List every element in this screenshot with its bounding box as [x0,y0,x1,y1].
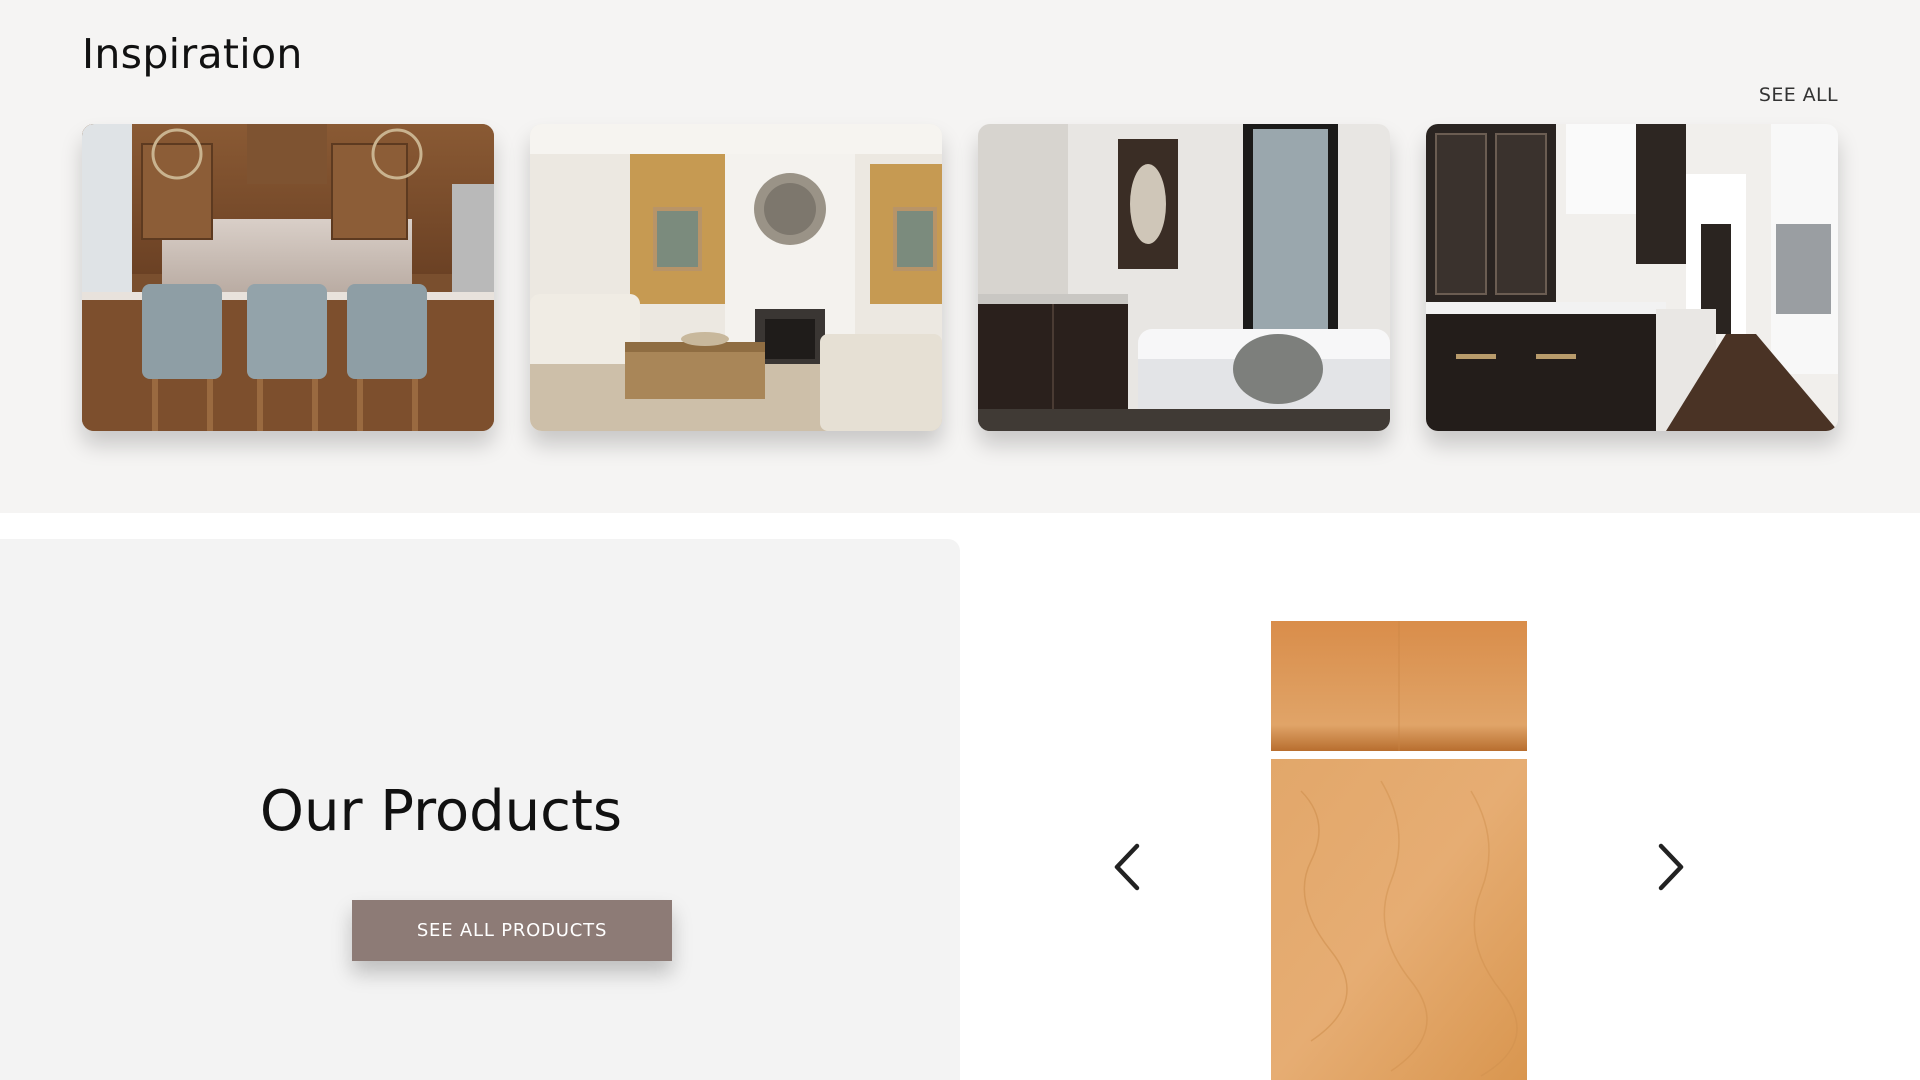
inspiration-card-dark-kitchen[interactable] [1426,124,1838,431]
chevron-right-icon [1658,843,1684,891]
living-room-photo [530,124,942,431]
kitchen-photo [82,124,494,431]
inspiration-section: Inspiration SEE ALL [0,0,1920,513]
inspiration-card-living-room[interactable] [530,124,942,431]
see-all-products-button[interactable]: SEE ALL PRODUCTS [352,900,672,961]
cabinet-door-image[interactable] [1271,621,1527,1080]
maple-door-photo [1271,621,1527,1080]
inspiration-card-kitchen[interactable] [82,124,494,431]
see-all-link[interactable]: SEE ALL [1759,84,1838,106]
carousel-prev-button[interactable] [1107,840,1151,894]
dark-kitchen-photo [1426,124,1838,431]
bathroom-photo [978,124,1390,431]
chevron-left-icon [1114,843,1140,891]
inspiration-title: Inspiration [82,30,303,78]
carousel-next-button[interactable] [1647,840,1691,894]
inspiration-card-bathroom[interactable] [978,124,1390,431]
products-title: Our Products [259,779,623,844]
inspiration-gallery [82,124,1838,431]
